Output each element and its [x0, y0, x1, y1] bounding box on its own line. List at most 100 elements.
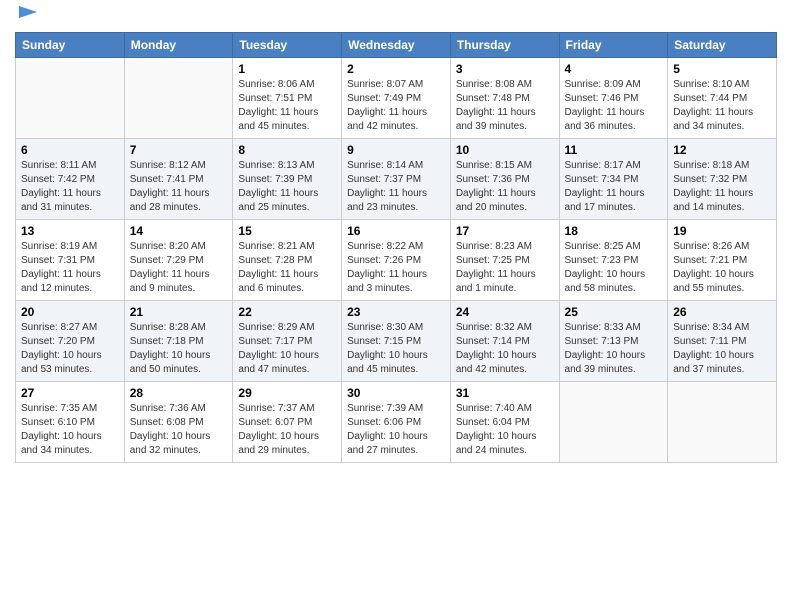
calendar-cell [668, 382, 777, 463]
day-number: 2 [347, 62, 445, 76]
day-number: 13 [21, 224, 119, 238]
day-info: Sunrise: 8:07 AM Sunset: 7:49 PM Dayligh… [347, 78, 445, 134]
day-info: Sunrise: 8:11 AM Sunset: 7:42 PM Dayligh… [21, 159, 119, 215]
calendar-cell: 11 Sunrise: 8:17 AM Sunset: 7:34 PM Dayli… [559, 139, 668, 220]
calendar-cell: 3 Sunrise: 8:08 AM Sunset: 7:48 PM Daylig… [450, 58, 559, 139]
calendar-cell: 28 Sunrise: 7:36 AM Sunset: 6:08 PM Dayli… [124, 382, 233, 463]
day-number: 18 [565, 224, 663, 238]
day-info: Sunrise: 8:25 AM Sunset: 7:23 PM Dayligh… [565, 240, 663, 296]
logo-flag-icon [17, 4, 39, 26]
day-info: Sunrise: 8:30 AM Sunset: 7:15 PM Dayligh… [347, 321, 445, 377]
day-number: 30 [347, 386, 445, 400]
calendar-cell: 2 Sunrise: 8:07 AM Sunset: 7:49 PM Daylig… [342, 58, 451, 139]
day-info: Sunrise: 8:13 AM Sunset: 7:39 PM Dayligh… [238, 159, 336, 215]
calendar-cell: 7 Sunrise: 8:12 AM Sunset: 7:41 PM Daylig… [124, 139, 233, 220]
day-info: Sunrise: 8:17 AM Sunset: 7:34 PM Dayligh… [565, 159, 663, 215]
day-number: 26 [673, 305, 771, 319]
calendar-cell: 23 Sunrise: 8:30 AM Sunset: 7:15 PM Dayli… [342, 301, 451, 382]
calendar-header-wednesday: Wednesday [342, 33, 451, 58]
day-number: 17 [456, 224, 554, 238]
day-number: 6 [21, 143, 119, 157]
day-number: 25 [565, 305, 663, 319]
calendar-cell: 1 Sunrise: 8:06 AM Sunset: 7:51 PM Daylig… [233, 58, 342, 139]
day-number: 22 [238, 305, 336, 319]
calendar-cell: 29 Sunrise: 7:37 AM Sunset: 6:07 PM Dayli… [233, 382, 342, 463]
day-info: Sunrise: 8:12 AM Sunset: 7:41 PM Dayligh… [130, 159, 228, 215]
day-number: 29 [238, 386, 336, 400]
day-info: Sunrise: 8:20 AM Sunset: 7:29 PM Dayligh… [130, 240, 228, 296]
calendar-cell [16, 58, 125, 139]
day-number: 10 [456, 143, 554, 157]
calendar-week-row: 27 Sunrise: 7:35 AM Sunset: 6:10 PM Dayli… [16, 382, 777, 463]
day-info: Sunrise: 8:32 AM Sunset: 7:14 PM Dayligh… [456, 321, 554, 377]
day-info: Sunrise: 8:15 AM Sunset: 7:36 PM Dayligh… [456, 159, 554, 215]
calendar-header-monday: Monday [124, 33, 233, 58]
day-number: 9 [347, 143, 445, 157]
day-info: Sunrise: 8:26 AM Sunset: 7:21 PM Dayligh… [673, 240, 771, 296]
day-number: 5 [673, 62, 771, 76]
calendar-week-row: 6 Sunrise: 8:11 AM Sunset: 7:42 PM Daylig… [16, 139, 777, 220]
calendar-cell: 20Sunrise: 8:27 AM Sunset: 7:20 PM Dayli… [16, 301, 125, 382]
day-number: 8 [238, 143, 336, 157]
calendar-cell: 16 Sunrise: 8:22 AM Sunset: 7:26 PM Dayli… [342, 220, 451, 301]
calendar-cell: 17 Sunrise: 8:23 AM Sunset: 7:25 PM Dayli… [450, 220, 559, 301]
day-info: Sunrise: 8:19 AM Sunset: 7:31 PM Dayligh… [21, 240, 119, 296]
calendar-header-tuesday: Tuesday [233, 33, 342, 58]
calendar-cell: 25Sunrise: 8:33 AM Sunset: 7:13 PM Dayli… [559, 301, 668, 382]
day-info: Sunrise: 7:39 AM Sunset: 6:06 PM Dayligh… [347, 402, 445, 458]
day-number: 11 [565, 143, 663, 157]
calendar-cell: 10 Sunrise: 8:15 AM Sunset: 7:36 PM Dayli… [450, 139, 559, 220]
calendar-cell: 4 Sunrise: 8:09 AM Sunset: 7:46 PM Daylig… [559, 58, 668, 139]
calendar-cell [559, 382, 668, 463]
calendar-header-saturday: Saturday [668, 33, 777, 58]
day-number: 3 [456, 62, 554, 76]
calendar-cell [124, 58, 233, 139]
day-number: 28 [130, 386, 228, 400]
day-number: 4 [565, 62, 663, 76]
day-number: 16 [347, 224, 445, 238]
day-info: Sunrise: 8:10 AM Sunset: 7:44 PM Dayligh… [673, 78, 771, 134]
day-info: Sunrise: 7:36 AM Sunset: 6:08 PM Dayligh… [130, 402, 228, 458]
calendar-cell: 13 Sunrise: 8:19 AM Sunset: 7:31 PM Dayli… [16, 220, 125, 301]
header [15, 10, 777, 26]
calendar-cell: 26Sunrise: 8:34 AM Sunset: 7:11 PM Dayli… [668, 301, 777, 382]
calendar-header-row: SundayMondayTuesdayWednesdayThursdayFrid… [16, 33, 777, 58]
calendar-cell: 24Sunrise: 8:32 AM Sunset: 7:14 PM Dayli… [450, 301, 559, 382]
day-info: Sunrise: 8:21 AM Sunset: 7:28 PM Dayligh… [238, 240, 336, 296]
calendar-cell: 30 Sunrise: 7:39 AM Sunset: 6:06 PM Dayli… [342, 382, 451, 463]
day-number: 27 [21, 386, 119, 400]
day-info: Sunrise: 8:28 AM Sunset: 7:18 PM Dayligh… [130, 321, 228, 377]
day-number: 14 [130, 224, 228, 238]
calendar-cell: 5 Sunrise: 8:10 AM Sunset: 7:44 PM Daylig… [668, 58, 777, 139]
calendar-cell: 8 Sunrise: 8:13 AM Sunset: 7:39 PM Daylig… [233, 139, 342, 220]
day-info: Sunrise: 8:22 AM Sunset: 7:26 PM Dayligh… [347, 240, 445, 296]
calendar-week-row: 1 Sunrise: 8:06 AM Sunset: 7:51 PM Daylig… [16, 58, 777, 139]
calendar-header-friday: Friday [559, 33, 668, 58]
calendar-cell: 21 Sunrise: 8:28 AM Sunset: 7:18 PM Dayli… [124, 301, 233, 382]
day-info: Sunrise: 8:09 AM Sunset: 7:46 PM Dayligh… [565, 78, 663, 134]
day-info: Sunrise: 8:06 AM Sunset: 7:51 PM Dayligh… [238, 78, 336, 134]
day-info: Sunrise: 8:29 AM Sunset: 7:17 PM Dayligh… [238, 321, 336, 377]
calendar-table: SundayMondayTuesdayWednesdayThursdayFrid… [15, 32, 777, 463]
day-number: 23 [347, 305, 445, 319]
calendar-cell: 12Sunrise: 8:18 AM Sunset: 7:32 PM Dayli… [668, 139, 777, 220]
day-info: Sunrise: 7:35 AM Sunset: 6:10 PM Dayligh… [21, 402, 119, 458]
calendar-header-thursday: Thursday [450, 33, 559, 58]
day-info: Sunrise: 8:14 AM Sunset: 7:37 PM Dayligh… [347, 159, 445, 215]
calendar-cell: 19Sunrise: 8:26 AM Sunset: 7:21 PM Dayli… [668, 220, 777, 301]
calendar-week-row: 20Sunrise: 8:27 AM Sunset: 7:20 PM Dayli… [16, 301, 777, 382]
day-number: 31 [456, 386, 554, 400]
day-number: 21 [130, 305, 228, 319]
calendar-week-row: 13 Sunrise: 8:19 AM Sunset: 7:31 PM Dayli… [16, 220, 777, 301]
calendar-cell: 27 Sunrise: 7:35 AM Sunset: 6:10 PM Dayli… [16, 382, 125, 463]
calendar-cell: 9 Sunrise: 8:14 AM Sunset: 7:37 PM Daylig… [342, 139, 451, 220]
day-info: Sunrise: 8:27 AM Sunset: 7:20 PM Dayligh… [21, 321, 119, 377]
calendar-cell: 31Sunrise: 7:40 AM Sunset: 6:04 PM Dayli… [450, 382, 559, 463]
day-number: 1 [238, 62, 336, 76]
day-info: Sunrise: 7:37 AM Sunset: 6:07 PM Dayligh… [238, 402, 336, 458]
day-info: Sunrise: 8:18 AM Sunset: 7:32 PM Dayligh… [673, 159, 771, 215]
calendar-cell: 18 Sunrise: 8:25 AM Sunset: 7:23 PM Dayli… [559, 220, 668, 301]
day-info: Sunrise: 8:08 AM Sunset: 7:48 PM Dayligh… [456, 78, 554, 134]
day-info: Sunrise: 8:23 AM Sunset: 7:25 PM Dayligh… [456, 240, 554, 296]
day-number: 7 [130, 143, 228, 157]
